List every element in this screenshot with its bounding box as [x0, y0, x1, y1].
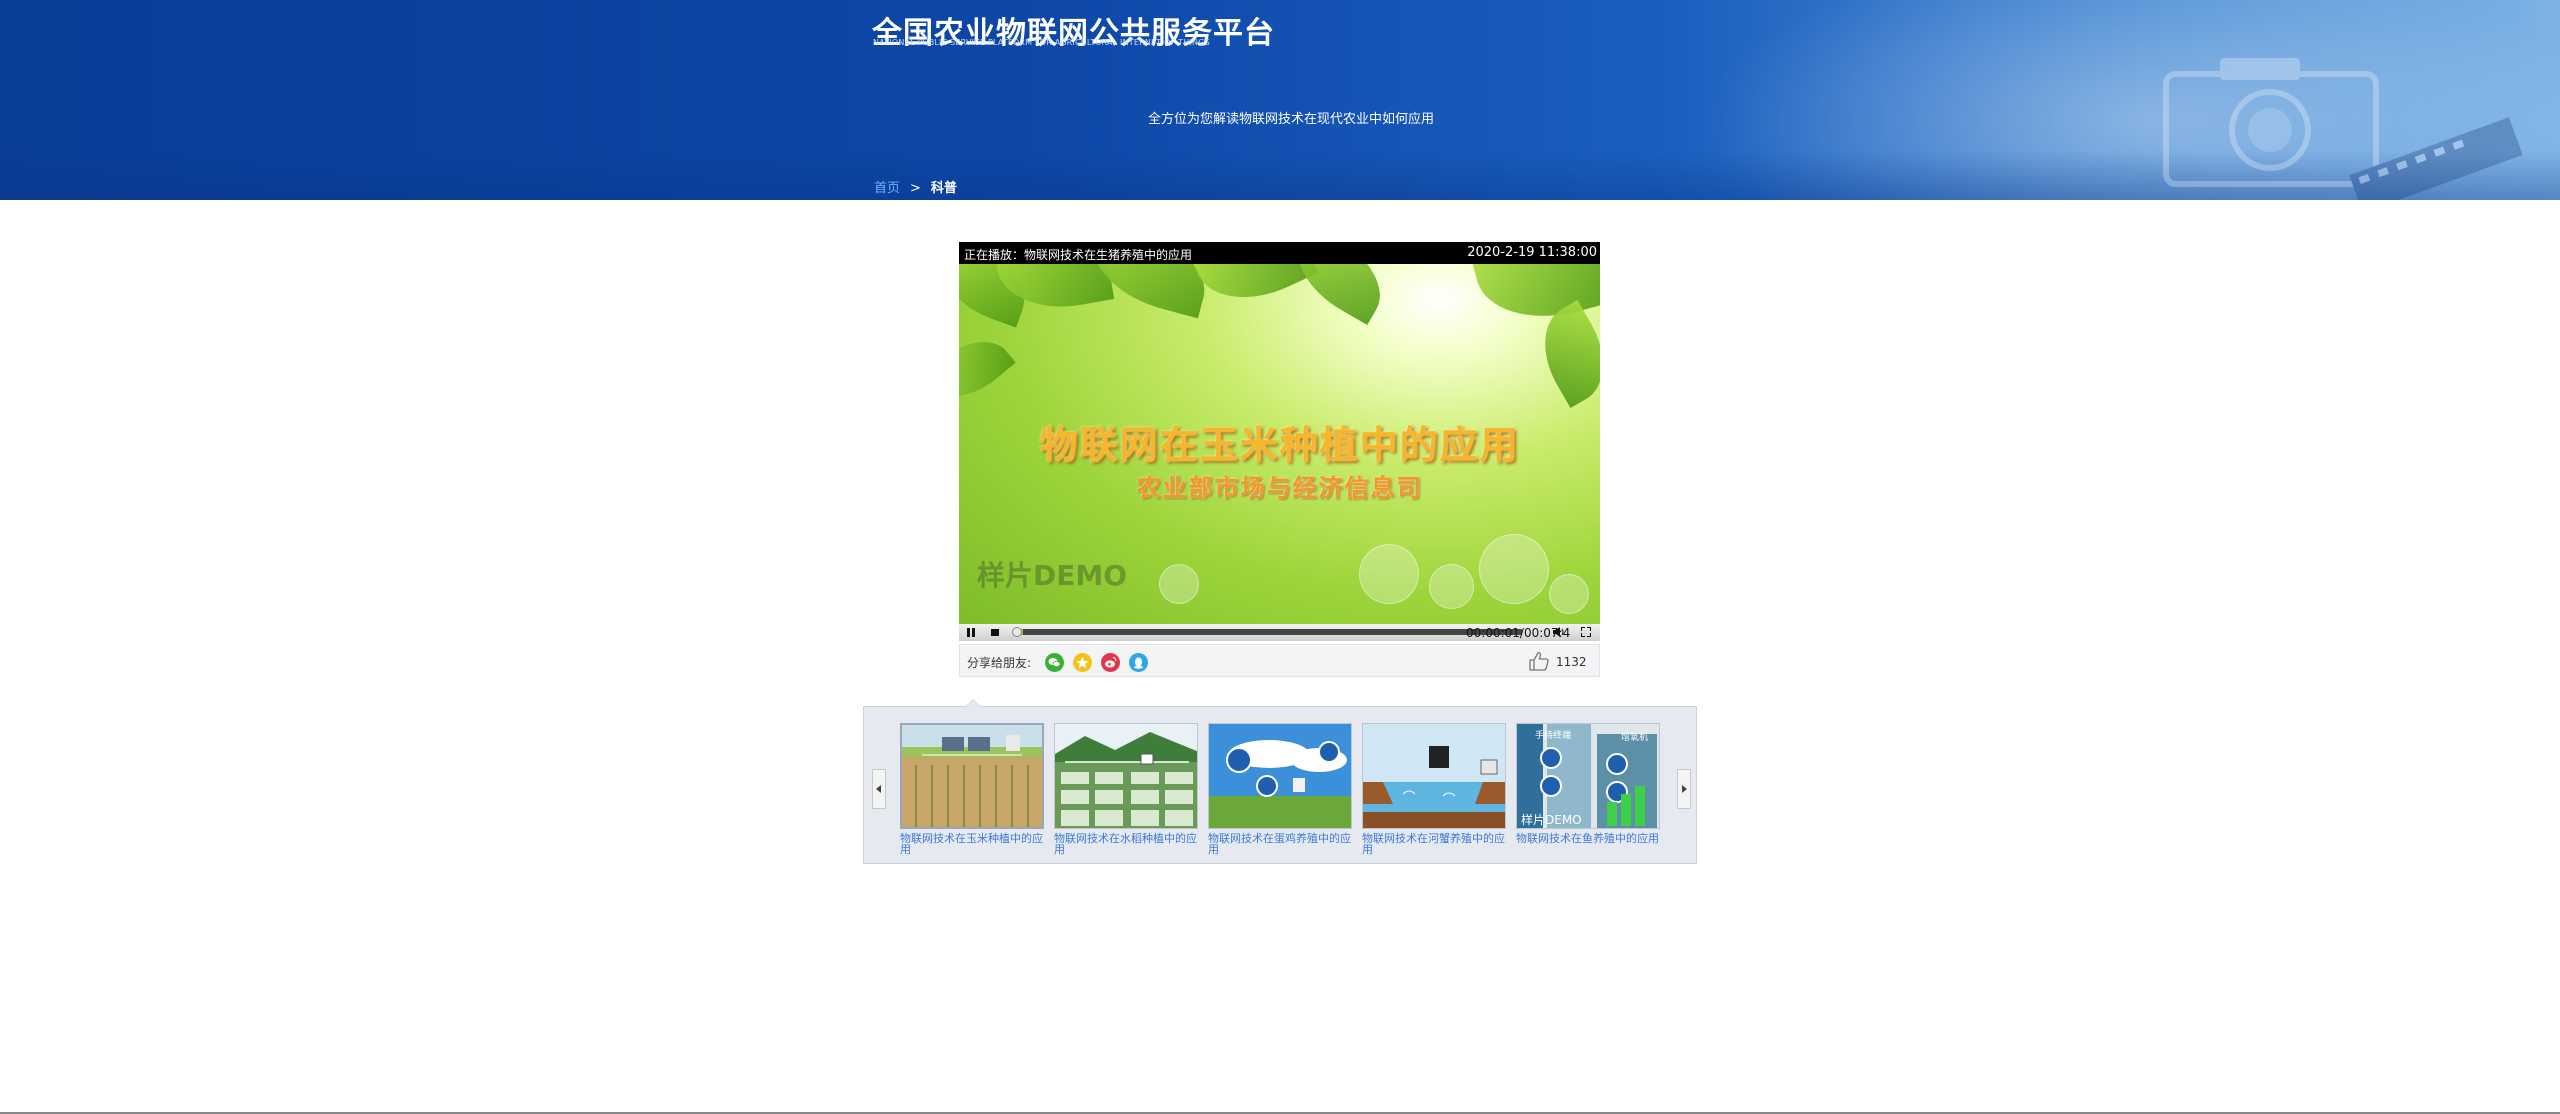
breadcrumb: 首页 > 科普: [874, 177, 957, 196]
bokeh-light: [1479, 534, 1549, 604]
like-count: 1132: [1556, 655, 1587, 669]
weibo-icon[interactable]: [1101, 653, 1120, 672]
stop-button[interactable]: [988, 626, 1002, 639]
demo-watermark: 样片DEMO: [977, 559, 1128, 592]
qq-icon[interactable]: [1129, 653, 1148, 672]
share-bar: 分享给朋友: 1132: [959, 644, 1600, 677]
carousel-item[interactable]: 物联网技术在玉米种植中的应用: [900, 723, 1044, 855]
camera-icon: [2163, 58, 2523, 200]
header-banner: 全国农业物联网公共服务平台 NATIONAL PUBLIC SERVICE PL…: [0, 0, 2560, 200]
chevron-left-icon: [876, 785, 881, 793]
fish-label-terminal: 手持终端: [1535, 729, 1571, 741]
wechat-icon[interactable]: [1045, 653, 1064, 672]
carousel-next-button[interactable]: [1677, 769, 1691, 809]
carousel-item[interactable]: 物联网技术在蛋鸡养殖中的应用: [1208, 723, 1352, 855]
bokeh-light: [1549, 574, 1589, 614]
site-subtitle: NATIONAL PUBLIC SERVICE PLATFORM FOR AGR…: [873, 38, 1210, 47]
breadcrumb-home-link[interactable]: 首页: [874, 181, 900, 196]
carousel-item[interactable]: 样片DEMO 手持终端 增氧机 物联网技术在鱼养殖中的应用: [1516, 723, 1660, 844]
qzone-icon[interactable]: [1073, 653, 1092, 672]
video-frame[interactable]: 物联网在玉米种植中的应用 农业部市场与经济信息司 样片DEMO: [959, 264, 1600, 624]
carousel-item-caption[interactable]: 物联网技术在玉米种植中的应用: [900, 833, 1048, 855]
share-label: 分享给朋友:: [967, 656, 1032, 670]
player-controls: 00:00:01/00:07:4: [959, 624, 1600, 641]
thumbnail-corn: [900, 723, 1044, 829]
video-subtitle: 农业部市场与经济信息司: [1136, 474, 1423, 502]
breadcrumb-current: 科普: [930, 181, 957, 196]
carousel-item-caption[interactable]: 物联网技术在鱼养殖中的应用: [1516, 833, 1664, 844]
bokeh-light: [1359, 544, 1419, 604]
video-carousel: 物联网技术在玉米种植中的应用 物联网技术在水稻种植中的应用 物联网技术在蛋鸡养殖…: [863, 699, 1697, 864]
player-info-bar: 正在播放：物联网技术在生猪养殖中的应用 2020-2-19 11:38:00: [959, 242, 1600, 264]
seek-handle[interactable]: [1012, 627, 1022, 637]
carousel-item-caption[interactable]: 物联网技术在水稻种植中的应用: [1054, 833, 1202, 855]
fish-label-aerator: 增氧机: [1621, 731, 1648, 743]
leaf-decoration: [959, 324, 1016, 414]
thumbnail-hens: [1208, 723, 1352, 829]
thumbs-up-icon[interactable]: [1528, 651, 1550, 671]
leaf-decoration: [1189, 264, 1319, 319]
volume-icon[interactable]: [1553, 627, 1565, 637]
page-tagline: 全方位为您解读物联网技术在现代农业中如何应用: [1148, 112, 1435, 127]
bokeh-light: [1429, 564, 1474, 609]
fish-demo-watermark: 样片DEMO: [1521, 812, 1582, 827]
video-title: 物联网在玉米种植中的应用: [1039, 423, 1520, 467]
bokeh-light: [1159, 564, 1199, 604]
carousel-item-caption[interactable]: 物联网技术在蛋鸡养殖中的应用: [1208, 833, 1356, 855]
carousel-prev-button[interactable]: [872, 769, 886, 809]
active-indicator: [965, 699, 981, 707]
seek-bar[interactable]: [1020, 629, 1522, 635]
carousel-item[interactable]: 物联网技术在水稻种植中的应用: [1054, 723, 1198, 855]
fullscreen-icon[interactable]: [1581, 627, 1591, 637]
pause-button[interactable]: [964, 626, 978, 639]
video-timestamp: 2020-2-19 11:38:00: [1467, 245, 1597, 260]
chevron-right-icon: [1682, 785, 1687, 793]
video-player[interactable]: 正在播放：物联网技术在生猪养殖中的应用 2020-2-19 11:38:00 物…: [959, 242, 1600, 641]
now-playing-text: 正在播放：物联网技术在生猪养殖中的应用: [964, 248, 1193, 262]
carousel-item[interactable]: 物联网技术在河蟹养殖中的应用: [1362, 723, 1506, 855]
carousel-item-caption[interactable]: 物联网技术在河蟹养殖中的应用: [1362, 833, 1510, 855]
thumbnail-fish: 样片DEMO 手持终端 增氧机: [1516, 723, 1660, 829]
breadcrumb-separator: >: [910, 181, 921, 196]
leaf-decoration: [1525, 300, 1600, 408]
thumbnail-crab: [1362, 723, 1506, 829]
thumbnail-rice: [1054, 723, 1198, 829]
